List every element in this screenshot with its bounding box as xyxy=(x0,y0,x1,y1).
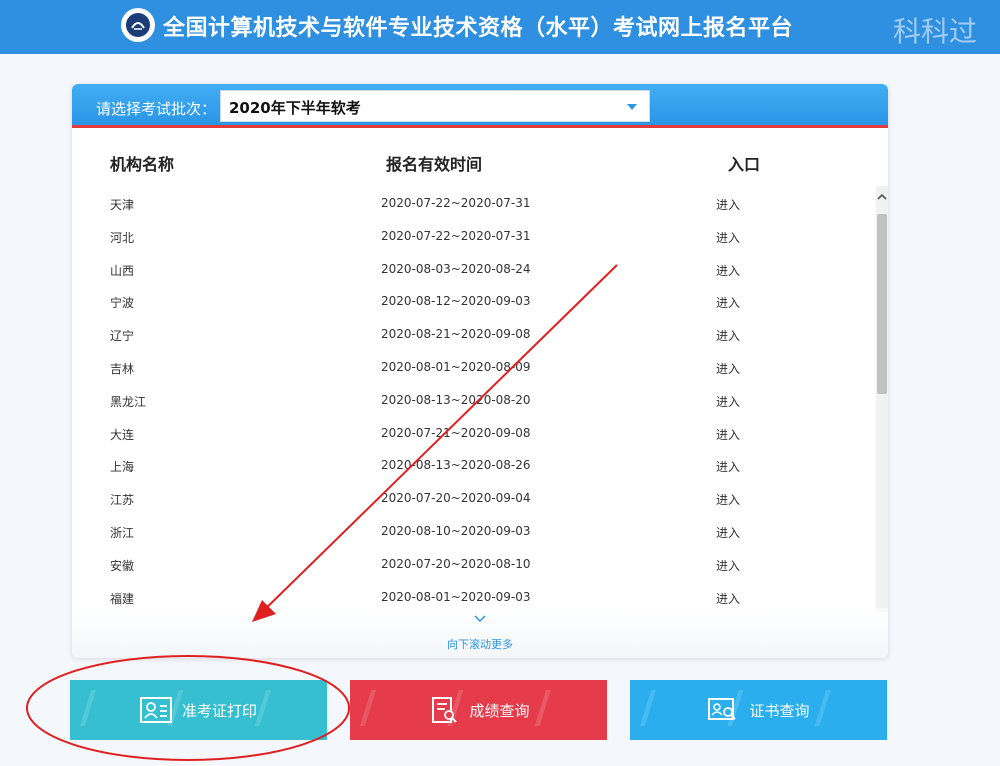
caret-down-icon[interactable] xyxy=(627,104,637,110)
registration-period: 2020-07-20~2020-08-10 xyxy=(381,556,531,571)
table-row: 天津 2020-07-22~2020-07-31 进入 xyxy=(72,190,876,223)
chevron-up-icon[interactable] xyxy=(876,190,888,204)
header-org-name: 机构名称 xyxy=(110,155,175,174)
certificate-query-label: 证书查询 xyxy=(749,701,810,720)
org-name: 宁波 xyxy=(110,296,135,311)
table-row: 大连 2020-07-21~2020-09-08 进入 xyxy=(72,420,876,453)
org-name: 浙江 xyxy=(110,525,135,540)
org-name: 黑龙江 xyxy=(110,394,147,409)
org-list: 天津 2020-07-22~2020-07-31 进入 河北 2020-07-22~20… xyxy=(72,190,876,616)
enter-link[interactable]: 进入 xyxy=(716,458,740,475)
enter-link[interactable]: 进入 xyxy=(716,229,740,246)
org-name: 安徽 xyxy=(110,558,135,573)
batch-bar: 请选择考试批次： 2020年下半年软考 xyxy=(72,84,888,128)
enter-link[interactable]: 进入 xyxy=(716,491,740,508)
id-card-icon xyxy=(139,697,172,723)
header-bar: 全国计算机技术与软件专业技术资格（水平）考试网上报名平台 科科过 xyxy=(0,0,1000,54)
registration-period: 2020-07-22~2020-07-31 xyxy=(381,228,531,243)
page-title: 全国计算机技术与软件专业技术资格（水平）考试网上报名平台 xyxy=(163,16,794,41)
enter-link[interactable]: 进入 xyxy=(716,590,740,607)
table-row: 山西 2020-08-03~2020-08-24 进入 xyxy=(72,256,876,289)
batch-select-value: 2020年下半年软考 xyxy=(229,99,361,117)
enter-link[interactable]: 进入 xyxy=(716,294,740,311)
registration-panel: 请选择考试批次： 2020年下半年软考 机构名称 报名有效时间 入口 天津 202… xyxy=(72,84,888,658)
table-row: 浙江 2020-08-10~2020-09-03 进入 xyxy=(72,518,876,551)
enter-link[interactable]: 进入 xyxy=(716,524,740,541)
scrollbar[interactable] xyxy=(876,186,888,612)
header-entry: 入口 xyxy=(728,155,761,174)
org-name: 吉林 xyxy=(110,361,135,376)
table-row: 河北 2020-07-22~2020-07-31 进入 xyxy=(72,223,876,256)
ticket-print-label: 准考证打印 xyxy=(181,701,257,720)
certificate-query-button[interactable]: / / / 证书查询 xyxy=(630,680,887,740)
enter-link[interactable]: 进入 xyxy=(716,196,740,213)
registration-period: 2020-08-12~2020-09-03 xyxy=(381,294,531,309)
org-name: 山西 xyxy=(110,263,135,278)
org-name: 福建 xyxy=(110,591,135,606)
logo-icon xyxy=(121,8,155,42)
org-name: 天津 xyxy=(110,198,135,212)
org-name: 河北 xyxy=(110,230,135,245)
document-search-icon xyxy=(432,697,458,723)
registration-period: 2020-07-21~2020-09-08 xyxy=(381,425,531,440)
registration-period: 2020-08-13~2020-08-26 xyxy=(381,458,531,473)
table-row: 吉林 2020-08-01~2020-08-09 进入 xyxy=(72,354,876,387)
registration-period: 2020-08-03~2020-08-24 xyxy=(381,261,531,276)
batch-label: 请选择考试批次： xyxy=(96,100,217,118)
certificate-search-icon xyxy=(708,698,737,720)
registration-period: 2020-08-01~2020-09-03 xyxy=(381,589,531,604)
registration-period: 2020-07-20~2020-09-04 xyxy=(381,491,531,506)
table-row: 黑龙江 2020-08-13~2020-08-20 进入 xyxy=(72,387,876,420)
registration-period: 2020-08-01~2020-08-09 xyxy=(381,359,531,374)
org-name: 上海 xyxy=(110,460,135,475)
registration-period: 2020-07-22~2020-07-31 xyxy=(381,196,531,210)
enter-link[interactable]: 进入 xyxy=(716,557,740,574)
org-name: 江苏 xyxy=(110,493,135,508)
scroll-more[interactable]: 向下滚动更多 xyxy=(72,608,888,658)
enter-link[interactable]: 进入 xyxy=(716,262,740,279)
ticket-print-button[interactable]: / / / 准考证打印 xyxy=(70,680,327,740)
enter-link[interactable]: 进入 xyxy=(716,426,740,443)
batch-select[interactable]: 2020年下半年软考 xyxy=(220,90,650,122)
header-period: 报名有效时间 xyxy=(386,155,483,174)
registration-period: 2020-08-21~2020-09-08 xyxy=(381,327,531,342)
table-row: 辽宁 2020-08-21~2020-09-08 进入 xyxy=(72,321,876,354)
table-row: 安徽 2020-07-20~2020-08-10 进入 xyxy=(72,551,876,584)
score-query-button[interactable]: / / / 成绩查询 xyxy=(350,680,607,740)
org-name: 大连 xyxy=(110,427,135,442)
registration-period: 2020-08-10~2020-09-03 xyxy=(381,523,531,538)
enter-link[interactable]: 进入 xyxy=(716,393,740,410)
registration-period: 2020-08-13~2020-08-20 xyxy=(381,392,531,407)
watermark-text: 科科过 xyxy=(893,15,978,48)
enter-link[interactable]: 进入 xyxy=(716,327,740,344)
table-row: 江苏 2020-07-20~2020-09-04 进入 xyxy=(72,485,876,518)
score-query-label: 成绩查询 xyxy=(469,701,530,720)
chevron-down-icon xyxy=(474,615,486,623)
scroll-thumb[interactable] xyxy=(877,214,887,394)
table-row: 上海 2020-08-13~2020-08-26 进入 xyxy=(72,452,876,485)
scroll-more-label: 向下滚动更多 xyxy=(447,638,513,651)
org-name: 辽宁 xyxy=(110,329,135,344)
enter-link[interactable]: 进入 xyxy=(716,360,740,377)
table-row: 宁波 2020-08-12~2020-09-03 进入 xyxy=(72,288,876,321)
